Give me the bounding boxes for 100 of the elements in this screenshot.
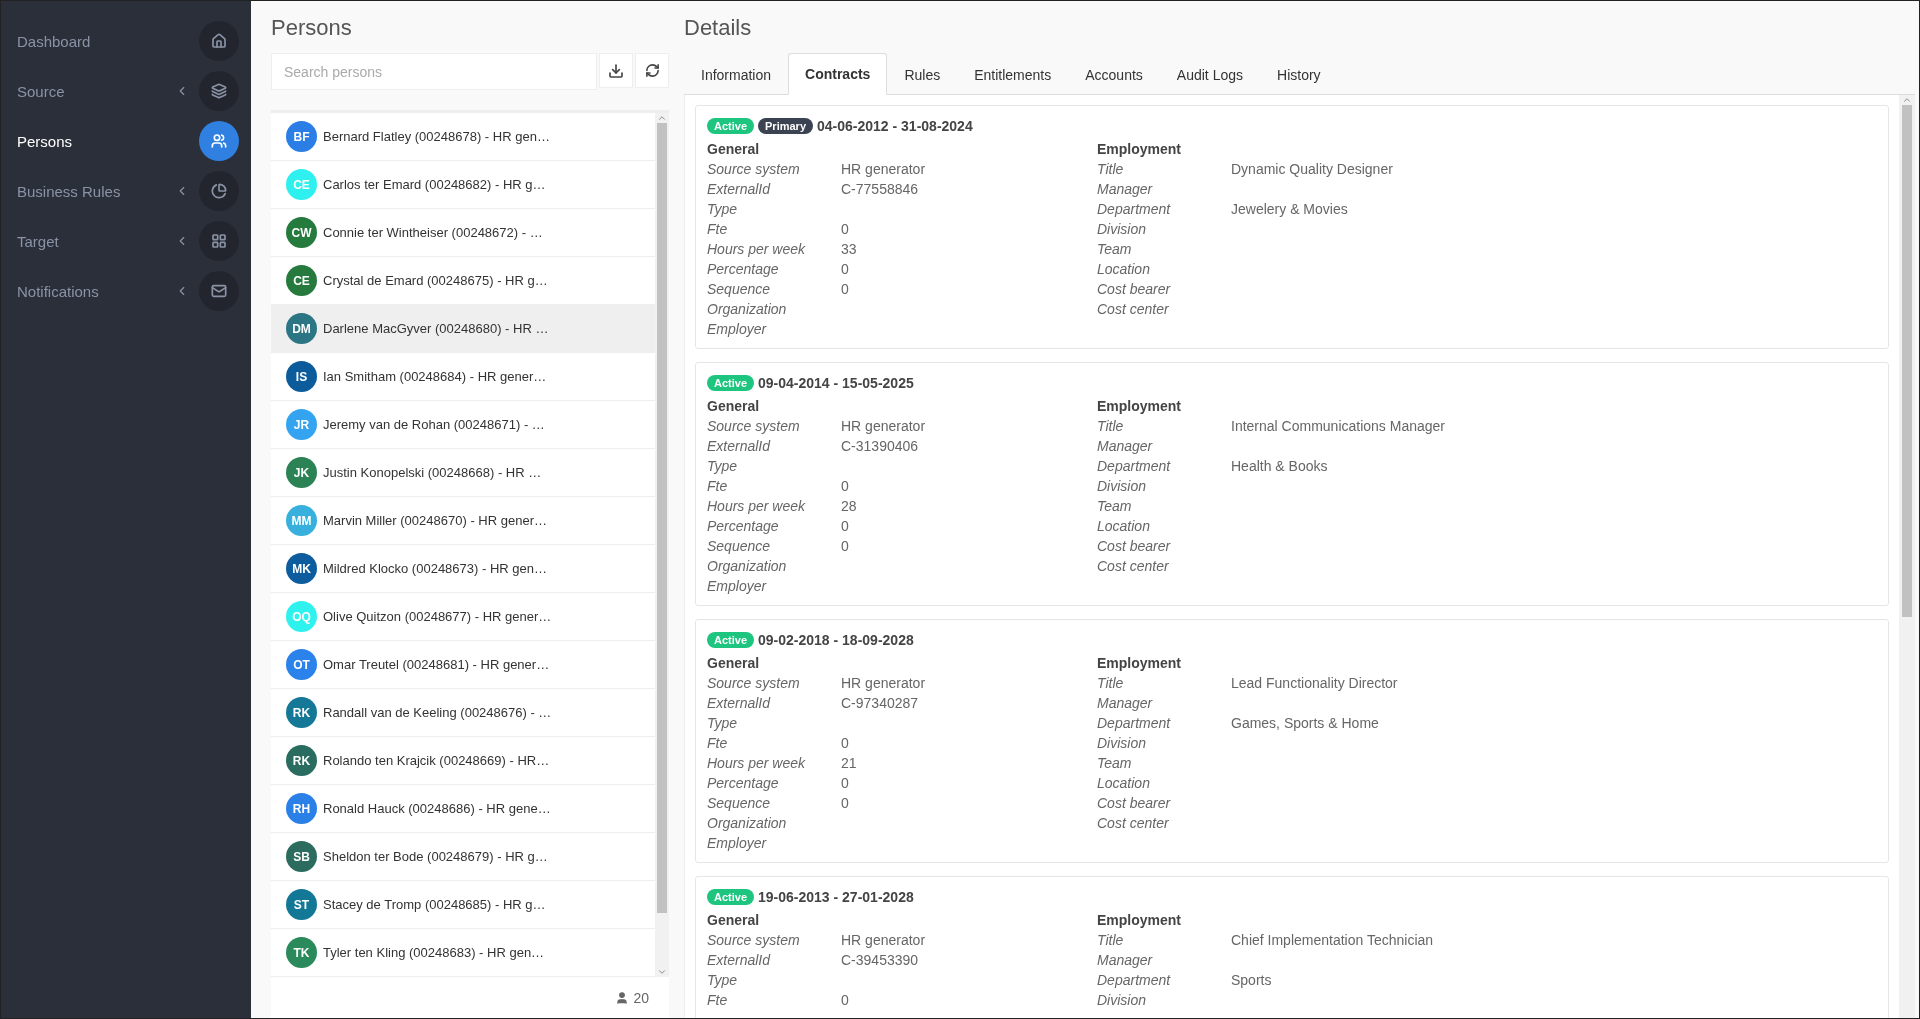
field-label: Team <box>1097 754 1133 773</box>
avatar: ST <box>286 889 317 920</box>
avatar: RK <box>286 745 317 776</box>
field-label: Cost center <box>1097 300 1170 319</box>
field-label: Organization <box>707 814 788 833</box>
tab[interactable]: Contracts <box>788 53 888 95</box>
field-label: Cost bearer <box>1097 537 1172 556</box>
person-name: Justin Konopelski (00248668) - HR … <box>323 465 542 480</box>
field-label: Type <box>707 457 739 476</box>
field-label: Sequence <box>707 537 772 556</box>
field-value: 0 <box>841 774 850 793</box>
person-name: Mildred Klocko (00248673) - HR gen… <box>323 561 547 576</box>
download-button[interactable] <box>599 53 633 88</box>
field-value: 33 <box>841 240 858 259</box>
field-value: 0 <box>841 537 850 556</box>
tab[interactable]: Information <box>684 53 789 95</box>
refresh-icon <box>644 63 660 78</box>
field-label: Location <box>1097 774 1151 793</box>
field-label: Team <box>1097 240 1133 259</box>
field-label: Cost center <box>1097 557 1170 576</box>
field-label: Percentage <box>707 260 780 279</box>
field-label: Division <box>1097 220 1147 239</box>
scrollbar[interactable] <box>1899 95 1915 1018</box>
section-title: General <box>707 140 761 159</box>
tab[interactable]: Rules <box>887 53 958 95</box>
field-label: Source system <box>707 674 801 693</box>
person-name: Sheldon ter Bode (00248679) - HR g… <box>323 849 548 864</box>
field-label: Title <box>1097 160 1125 179</box>
person-name: Ronald Hauck (00248686) - HR gene… <box>323 801 551 816</box>
scrollbar[interactable] <box>655 113 669 977</box>
sidebar-item[interactable]: Business Rules <box>1 166 251 216</box>
field-label: ExternalId <box>707 694 772 713</box>
field-value: Internal Communications Manager <box>1231 417 1446 436</box>
sidebar-item[interactable]: Target <box>1 216 251 266</box>
scroll-up-icon[interactable] <box>1902 95 1912 105</box>
avatar: TK <box>286 937 317 968</box>
sidebar-item[interactable]: Persons <box>1 116 251 166</box>
person-name: Stacey de Tromp (00248685) - HR g… <box>323 897 546 912</box>
section-title: General <box>707 397 761 416</box>
section-title: General <box>707 654 761 673</box>
avatar: OT <box>286 649 317 680</box>
field-value: 0 <box>841 260 850 279</box>
status-badge: Active <box>707 118 755 134</box>
person-row[interactable]: DM Darlene MacGyver (00248680) - HR … <box>271 305 655 353</box>
field-value: HR generator <box>841 160 927 179</box>
section-title: Employment <box>1097 911 1182 930</box>
avatar: JK <box>286 457 317 488</box>
person-name: Omar Treutel (00248681) - HR gener… <box>323 657 550 672</box>
field-value: 0 <box>841 477 850 496</box>
field-value: 0 <box>841 794 850 813</box>
scroll-down-icon[interactable] <box>657 967 667 977</box>
field-label: Hours per week <box>707 754 807 773</box>
field-label: Department <box>1097 457 1172 476</box>
field-label: ExternalId <box>707 180 772 199</box>
field-label: Cost bearer <box>1097 794 1172 813</box>
field-label: Department <box>1097 714 1172 733</box>
field-label: Source system <box>707 160 801 179</box>
field-value: C-77558846 <box>841 180 920 199</box>
scroll-up-icon[interactable] <box>657 113 667 123</box>
field-label: Employer <box>707 320 768 339</box>
tab[interactable]: History <box>1260 53 1338 95</box>
tab[interactable]: Audit Logs <box>1159 53 1260 95</box>
field-label: Division <box>1097 477 1147 496</box>
section-title: Employment <box>1097 140 1182 159</box>
field-label: Fte <box>707 477 729 496</box>
field-label: Cost bearer <box>1097 280 1172 299</box>
field-label: Location <box>1097 260 1151 279</box>
download-icon <box>608 62 624 79</box>
field-label: Sequence <box>707 280 772 299</box>
avatar: OQ <box>286 601 317 632</box>
person-name: Ian Smitham (00248684) - HR gener… <box>323 369 547 384</box>
field-label: Fte <box>707 734 729 753</box>
tab[interactable]: Accounts <box>1068 53 1160 95</box>
field-label: Title <box>1097 417 1125 436</box>
avatar: RK <box>286 697 317 728</box>
user-icon <box>615 990 630 1005</box>
sidebar-item[interactable]: Notifications <box>1 266 251 316</box>
field-label: Hours per week <box>707 497 807 516</box>
person-name: Darlene MacGyver (00248680) - HR … <box>323 321 549 336</box>
field-label: ExternalId <box>707 951 772 970</box>
person-name: Crystal de Emard (00248675) - HR g… <box>323 273 548 288</box>
field-value: Dynamic Quality Designer <box>1231 160 1394 179</box>
sidebar-item[interactable]: Dashboard <box>1 16 251 66</box>
person-name: Connie ter Wintheiser (00248672) - … <box>323 225 543 240</box>
status-badge: Active <box>707 375 755 391</box>
search-field[interactable]: Search persons <box>271 53 597 90</box>
tab[interactable]: Entitlements <box>957 53 1069 95</box>
field-label: Division <box>1097 991 1147 1010</box>
field-label: Employer <box>707 834 768 853</box>
sidebar-item[interactable]: Source <box>1 66 251 116</box>
person-name: Jeremy van de Rohan (00248671) - … <box>323 417 545 432</box>
field-value: 0 <box>841 991 850 1010</box>
avatar: DM <box>286 313 317 344</box>
field-value: Jewelery & Movies <box>1231 200 1349 219</box>
field-value: 28 <box>841 497 858 516</box>
person-count: 20 <box>633 989 649 1006</box>
mail-icon <box>199 271 239 311</box>
field-label: Sequence <box>707 794 772 813</box>
refresh-button[interactable] <box>635 53 669 88</box>
contract-period: 09-04-2014 - 15-05-2025 <box>758 375 914 391</box>
